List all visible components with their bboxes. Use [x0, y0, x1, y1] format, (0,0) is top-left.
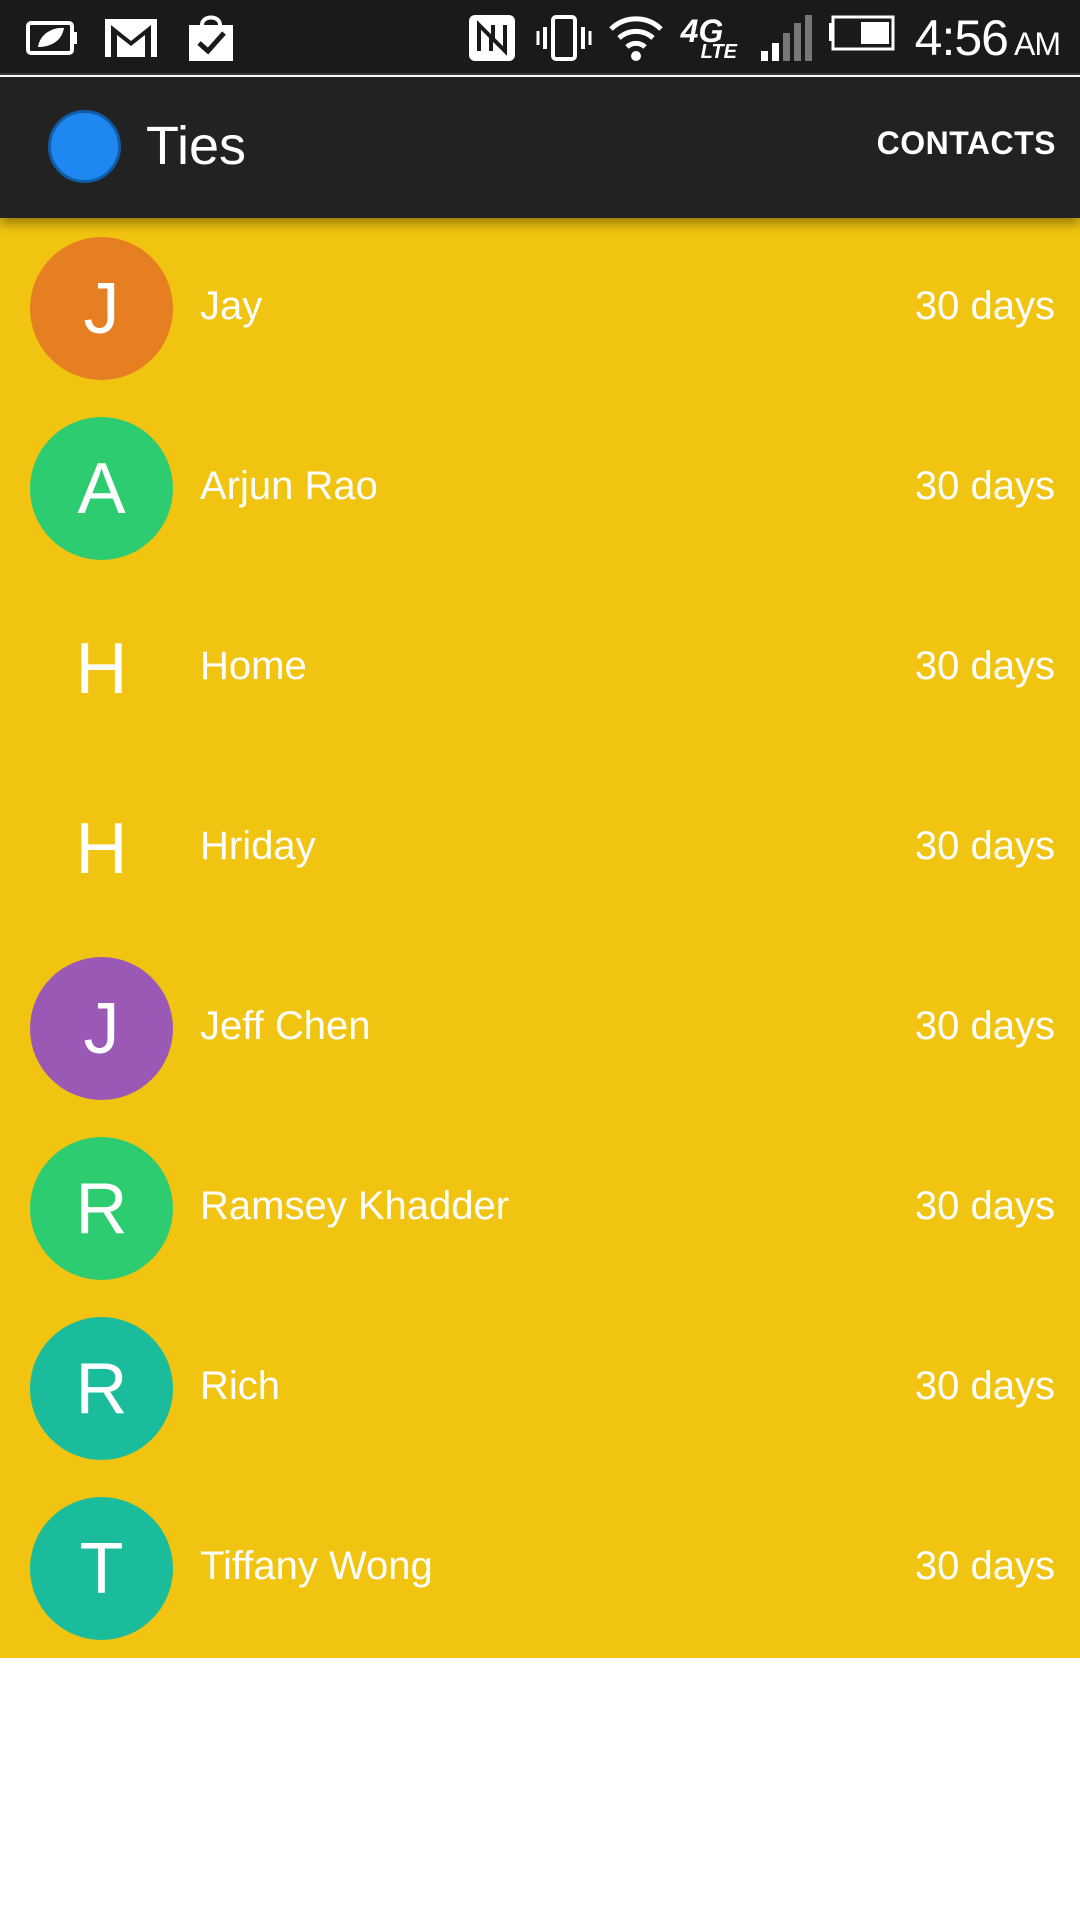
clock-ampm: AM [1014, 26, 1061, 62]
nfc-icon [463, 13, 521, 63]
4g-lte-icon: 4G LTE [679, 13, 741, 63]
avatar: R [30, 1317, 173, 1460]
avatar: J [30, 957, 173, 1100]
clock: 4:56 AM [914, 9, 1061, 67]
vibrate-icon [535, 13, 593, 63]
list-item[interactable]: H Home 30 days [0, 578, 1080, 758]
signal-icon [755, 13, 813, 63]
list-item[interactable]: T Tiffany Wong 30 days [0, 1478, 1080, 1658]
contact-name: Tiffany Wong [200, 1544, 433, 1588]
contact-days: 30 days [914, 284, 1055, 328]
list-item[interactable]: R Rich 30 days [0, 1298, 1080, 1478]
avatar: R [30, 1137, 173, 1280]
contacts-button[interactable]: CONTACTS [877, 125, 1056, 162]
contact-name: Jay [200, 284, 263, 328]
app-logo-icon[interactable] [48, 110, 121, 183]
contact-name: Jeff Chen [200, 1004, 371, 1048]
status-bar: 4G LTE 4:56 AM [0, 0, 1080, 75]
system-icons: 4G LTE 4:56 AM [463, 8, 1061, 68]
contact-days: 30 days [914, 824, 1055, 868]
contact-name: Rich [200, 1364, 281, 1408]
list-item[interactable]: H Hriday 30 days [0, 758, 1080, 938]
battery-saver-icon [22, 13, 80, 63]
contact-days: 30 days [914, 1544, 1055, 1588]
contact-name: Home [200, 644, 307, 688]
avatar: H [75, 808, 128, 889]
gmail-icon [102, 13, 160, 63]
shopping-bag-check-icon [182, 13, 240, 63]
contact-name: Hriday [200, 824, 316, 868]
wifi-icon [607, 13, 665, 63]
list-item[interactable]: R Ramsey Khadder 30 days [0, 1118, 1080, 1298]
avatar: J [30, 237, 173, 380]
list-item[interactable]: J Jay 30 days [0, 218, 1080, 398]
app-title: Ties [146, 116, 247, 176]
list-item[interactable]: J Jeff Chen 30 days [0, 938, 1080, 1118]
avatar: T [30, 1497, 173, 1640]
battery-icon [827, 13, 897, 63]
network-sub-label: LTE [700, 41, 737, 63]
contact-days: 30 days [914, 644, 1055, 688]
avatar: A [30, 417, 173, 560]
contact-days: 30 days [914, 1004, 1055, 1048]
contact-name: Ramsey Khadder [200, 1184, 510, 1228]
contact-days: 30 days [914, 464, 1055, 508]
contact-days: 30 days [914, 1364, 1055, 1408]
contact-list[interactable]: J Jay 30 days A Arjun Rao 30 days H Home… [0, 218, 1080, 1658]
app-bar: Ties CONTACTS [0, 77, 1080, 218]
notification-icons [22, 10, 240, 65]
list-item[interactable]: A Arjun Rao 30 days [0, 398, 1080, 578]
contact-name: Arjun Rao [200, 464, 378, 508]
avatar: H [75, 628, 128, 709]
contact-days: 30 days [914, 1184, 1055, 1228]
clock-time: 4:56 [914, 10, 1009, 66]
